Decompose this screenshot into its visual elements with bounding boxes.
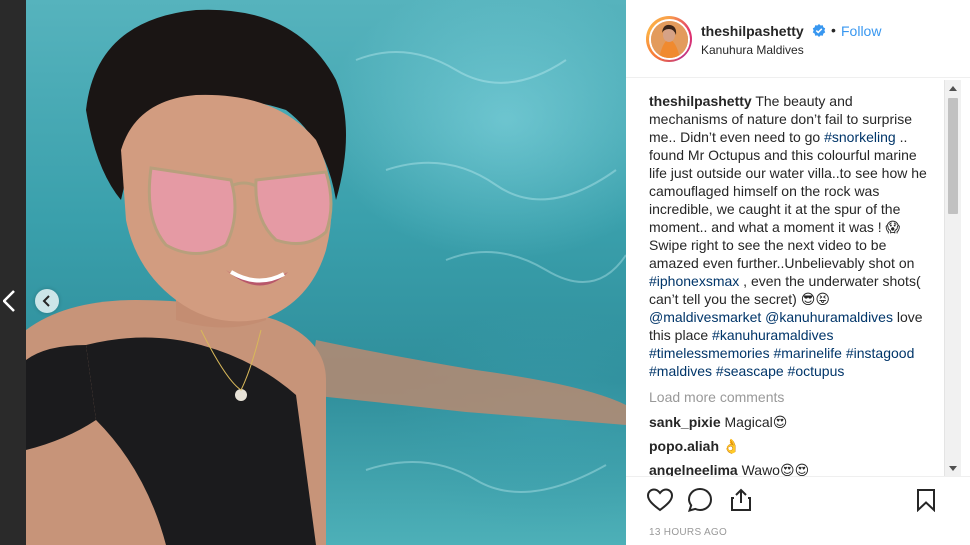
follow-button[interactable]: Follow [841,23,881,39]
avatar[interactable] [650,20,688,58]
scroll-up-arrow-icon[interactable] [945,80,961,96]
comment-text: Magical😍 [720,414,788,430]
chevron-left-icon [42,295,50,307]
post-caption: theshilpashetty The beauty and mechanism… [649,92,931,380]
post-side-panel: theshilpashetty • Follow Kanuhura Maldiv… [626,0,970,545]
post-media[interactable] [26,0,626,545]
comment-username[interactable]: popo.aliah [649,438,719,454]
hashtag-link[interactable]: #octupus [788,363,845,379]
comment-text: 👌 [719,438,741,454]
load-more-comments-button[interactable]: Load more comments [649,389,784,405]
caption-username[interactable]: theshilpashetty [649,93,752,109]
comment-item: popo.aliah 👌 [649,438,740,455]
hashtag-link[interactable]: #marinelife [773,345,841,361]
comment-item: angelneelima Wawo😍😍 [649,462,809,476]
hashtag-link[interactable]: #seascape [716,363,784,379]
bookmark-icon[interactable] [912,486,940,514]
username-link[interactable]: theshilpashetty [701,23,804,39]
post-action-bar [626,476,970,522]
story-ring[interactable] [646,16,692,62]
hashtag-link[interactable]: #iphonexsmax [649,273,739,289]
location-link[interactable]: Kanuhura Maldives [701,43,804,57]
carousel-prev-button[interactable] [35,289,59,313]
scrollbar-thumb[interactable] [948,98,958,214]
comment-text: Wawo😍😍 [737,462,810,476]
heart-icon[interactable] [646,486,674,514]
hashtag-link[interactable]: #kanuhuramaldives [712,327,833,343]
comments-list[interactable]: theshilpashetty The beauty and mechanism… [626,79,970,476]
mention-link[interactable]: @maldivesmarket [649,309,761,325]
hashtag-link[interactable]: #snorkeling [824,129,896,145]
comment-username[interactable]: sank_pixie [649,414,721,430]
hashtag-link[interactable]: #maldives [649,363,712,379]
scroll-down-arrow-icon[interactable] [945,460,961,476]
comment-username[interactable]: angelneelima [649,462,738,476]
post-timestamp: 13 HOURS AGO [649,527,728,538]
separator-dot: • [831,22,836,38]
comment-item: sank_pixie Magical😍 [649,414,787,431]
caption-text: .. found Mr Octupus and this colourful m… [649,129,927,271]
hashtag-link[interactable]: #instagood [846,345,915,361]
verified-badge-icon [812,24,826,38]
lightbox-backdrop [0,0,26,545]
mention-link[interactable]: @kanuhuramaldives [765,309,893,325]
share-icon[interactable] [727,486,755,514]
comments-scrollbar[interactable] [944,80,961,476]
hashtag-link[interactable]: #timelessmemories [649,345,770,361]
comment-bubble-icon[interactable] [686,486,714,514]
post-header: theshilpashetty • Follow Kanuhura Maldiv… [626,0,970,78]
previous-post-arrow-icon[interactable] [0,286,18,316]
